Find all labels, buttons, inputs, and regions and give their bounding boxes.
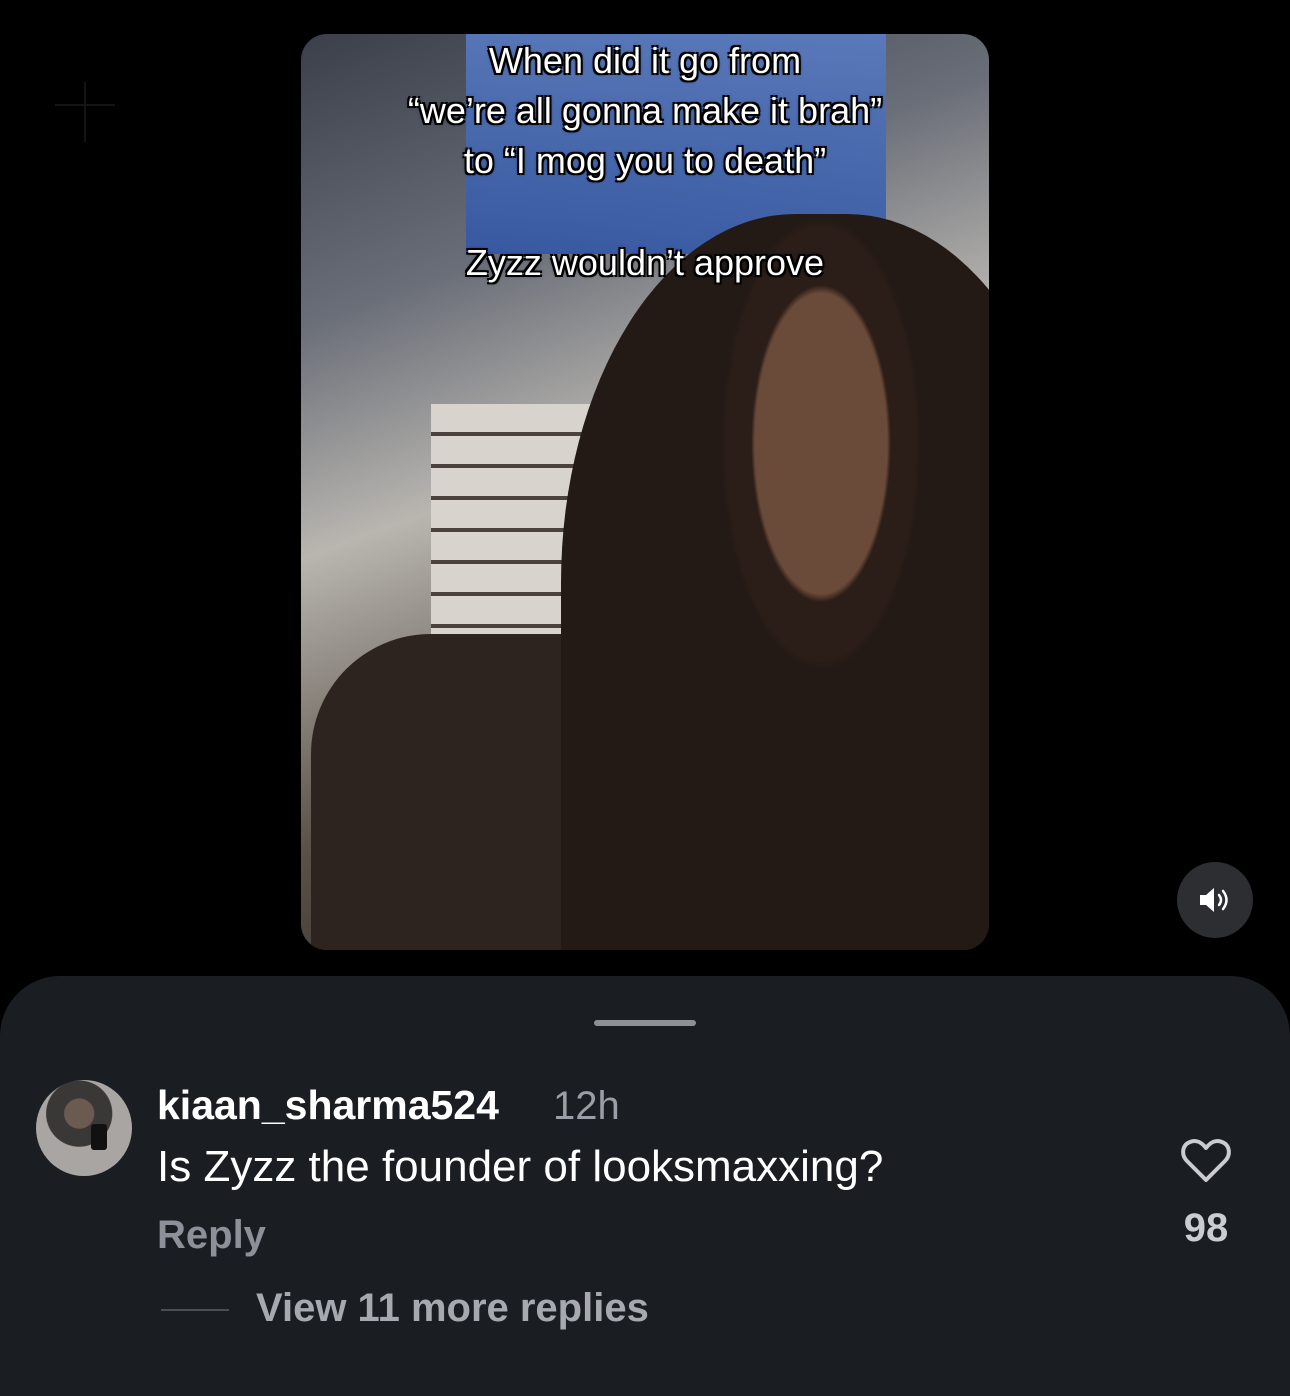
heart-icon[interactable]	[1180, 1136, 1232, 1184]
video-player[interactable]: When did it go from “we’re all gonna mak…	[301, 34, 989, 950]
video-caption-top: When did it go from “we’re all gonna mak…	[407, 40, 883, 181]
sheet-drag-handle[interactable]	[594, 1020, 696, 1026]
comment-timestamp: 12h	[553, 1084, 620, 1128]
avatar-phone	[91, 1124, 107, 1150]
comment-username[interactable]: kiaan_sharma524	[157, 1082, 499, 1129]
video-subject	[561, 214, 989, 950]
video-caption-bottom: Zyzz wouldn’t approve	[465, 242, 825, 283]
avatar[interactable]	[36, 1080, 132, 1176]
view-more-replies-button[interactable]: View 11 more replies	[256, 1286, 649, 1331]
comment-text: Is Zyzz the founder of looksmaxxing?	[157, 1142, 884, 1191]
crosshair-mark	[55, 82, 115, 142]
mute-button[interactable]	[1177, 862, 1253, 938]
like-count: 98	[1183, 1206, 1229, 1250]
speaker-icon	[1200, 888, 1228, 912]
reply-button[interactable]: Reply	[157, 1213, 266, 1258]
replies-divider	[161, 1309, 229, 1311]
